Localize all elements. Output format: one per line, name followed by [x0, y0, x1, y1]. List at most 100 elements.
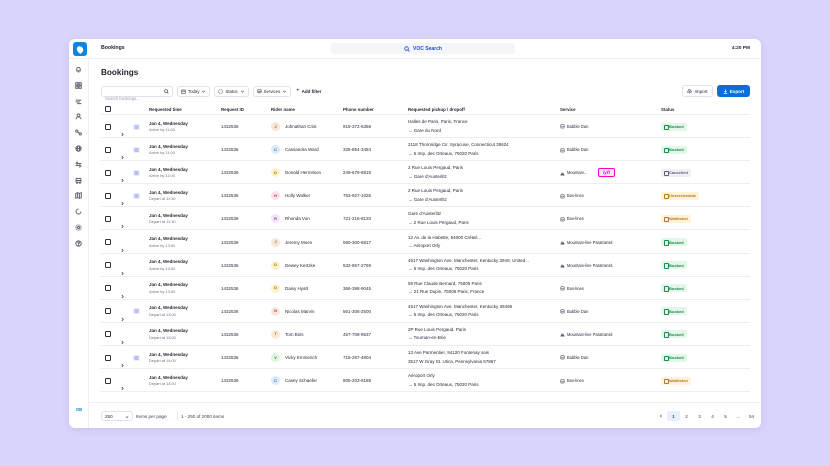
page-button[interactable]: 54	[745, 411, 758, 421]
page-button[interactable]: 1	[667, 411, 680, 421]
select-all-checkbox[interactable]	[105, 106, 111, 112]
table-row[interactable]: Jan 4, Wednesday Depart at 11:30 1432536 R R…	[101, 207, 750, 231]
phone-number: 249-679-8819	[343, 170, 372, 176]
car-icon[interactable]	[74, 176, 83, 185]
page-button[interactable]: 2	[680, 411, 693, 421]
rider-name[interactable]: Cassandra Ward	[285, 147, 319, 152]
globe-icon[interactable]	[74, 144, 83, 153]
table-row[interactable]: Jan 4, Wednesday Depart at 13:00 1432536 T T…	[101, 323, 750, 346]
grid-icon[interactable]	[74, 81, 83, 90]
expand-chevron-icon[interactable]	[120, 286, 125, 298]
services-filter[interactable]: Services	[252, 85, 292, 97]
rider-name[interactable]: Holly Walker	[285, 193, 310, 198]
add-filter-button[interactable]: + Add filter	[295, 88, 321, 94]
row-checkbox[interactable]	[105, 169, 111, 176]
voc-search-button[interactable]: VOC Search	[331, 43, 515, 54]
page-button[interactable]: 4	[706, 411, 719, 421]
row-checkbox[interactable]	[105, 146, 111, 153]
expand-chevron-icon[interactable]	[120, 193, 125, 206]
expand-chevron-icon[interactable]	[120, 216, 125, 229]
rider-name[interactable]: Casey Schaefer	[285, 378, 317, 383]
col-time[interactable]: Requested time	[149, 107, 182, 112]
col-rider[interactable]: Rider name	[271, 107, 295, 112]
settings-icon[interactable]	[74, 223, 83, 232]
table-row[interactable]: Jan 4, Wednesday Arrive by 11:00 1432536 J J…	[101, 115, 750, 139]
user-avatar[interactable]: OB	[73, 407, 85, 415]
status-filter[interactable]: Status	[214, 85, 249, 97]
bus-icon	[560, 309, 565, 314]
app-logo[interactable]	[73, 42, 87, 56]
rider-name[interactable]: Nicolas Marvin	[285, 309, 315, 314]
table-row[interactable]: Jan 4, Wednesday Depart at 11:30 1432536 H H…	[101, 184, 750, 208]
row-checkbox[interactable]	[105, 354, 111, 361]
row-checkbox[interactable]	[105, 308, 111, 315]
export-button[interactable]: Export	[717, 85, 750, 97]
search-bookings[interactable]	[101, 85, 173, 103]
expand-chevron-icon[interactable]	[120, 263, 125, 275]
row-checkbox[interactable]	[105, 377, 111, 384]
rider-name[interactable]: Tom Bins	[285, 332, 304, 337]
expand-chevron-icon[interactable]	[120, 309, 125, 322]
col-service[interactable]: Service	[560, 107, 576, 112]
row-checkbox[interactable]	[105, 215, 111, 222]
phone-number: 721-216-8120	[343, 216, 372, 222]
table-row[interactable]: Jan 4, Wednesday Depart at 14:00 1432536 C C…	[101, 369, 750, 393]
table-row[interactable]: Jan 4, Wednesday Arrive by 13:00 1432536 J J…	[101, 231, 750, 254]
table-row[interactable]: Jan 4, Wednesday Depart at 13:00 1432536 N N…	[101, 300, 750, 323]
rider-name[interactable]: Rhonda Von	[285, 216, 310, 221]
row-checkbox[interactable]	[105, 262, 111, 269]
row-checkbox[interactable]	[105, 331, 111, 338]
expand-chevron-icon[interactable]	[120, 378, 125, 391]
table-row[interactable]: Jan 4, Wednesday Arrive by 13:00 1432536 D D…	[101, 254, 750, 277]
circle-icon[interactable]	[74, 207, 83, 216]
expand-chevron-icon[interactable]	[120, 355, 125, 368]
expand-chevron-icon[interactable]	[120, 147, 125, 160]
expand-chevron-icon[interactable]	[120, 170, 125, 183]
requested-time: Jan 4, Wednesday Arrive by 13:00	[149, 282, 188, 294]
mountain-icon	[560, 240, 565, 245]
table-row[interactable]: Jan 4, Wednesday Arrive by 13:00 1432536 D D…	[101, 277, 750, 300]
map-icon[interactable]	[74, 191, 83, 200]
row-checkbox[interactable]	[105, 123, 111, 130]
pickup: Aéroport Orly	[408, 373, 435, 379]
expand-chevron-icon[interactable]	[120, 240, 125, 252]
bell-icon[interactable]	[74, 65, 83, 74]
table-row[interactable]: Jan 4, Wednesday Depart at 14:00 1432536 V V…	[101, 346, 750, 370]
rider-name[interactable]: Donald Hermitson	[285, 170, 321, 175]
prev-page-icon[interactable]	[654, 411, 667, 421]
date-filter[interactable]: Today	[177, 85, 211, 97]
help-icon[interactable]	[74, 239, 83, 248]
col-phone[interactable]: Phone number	[343, 107, 374, 112]
rider-name[interactable]: Vicky Emmerich	[285, 355, 317, 360]
col-status[interactable]: Status	[661, 107, 674, 112]
expand-chevron-icon[interactable]	[120, 124, 125, 137]
service: Bubble Dan	[560, 309, 588, 314]
next-page-icon[interactable]	[758, 411, 761, 421]
rider-name[interactable]: Daisy Hyatt	[285, 286, 308, 291]
share-icon[interactable]	[74, 128, 83, 137]
dropoff: 3517 W Gray St. Utica, Pennsylvania 5786…	[408, 358, 496, 364]
rider-name[interactable]: Johnathan Crist	[285, 124, 317, 129]
user-icon[interactable]	[74, 112, 83, 121]
page-button[interactable]: 5	[719, 411, 732, 421]
page-button[interactable]: 3	[693, 411, 706, 421]
rider-name[interactable]: Dewey Kertzke	[285, 263, 315, 268]
expand-chevron-icon[interactable]	[120, 332, 125, 345]
row-checkbox[interactable]	[105, 192, 111, 199]
swap-icon[interactable]	[74, 160, 83, 169]
search-input[interactable]	[102, 93, 162, 103]
per-page-select[interactable]: 250	[101, 411, 133, 421]
rider-name[interactable]: Jeremy Moen	[285, 240, 312, 245]
table-row[interactable]: Jan 4, Wednesday Arrive by 11:00 1432536 C C…	[101, 138, 750, 162]
import-button[interactable]: Import	[682, 85, 713, 97]
table-row[interactable]: Jan 4, Wednesday Arrive by 11:00 1432536 D D…	[101, 161, 750, 185]
row-checkbox[interactable]	[105, 239, 111, 246]
routes-icon[interactable]	[74, 97, 83, 106]
requested-date: Jan 4, Wednesday	[149, 374, 188, 380]
col-pickup[interactable]: Requested pickup / dropoff	[408, 107, 465, 112]
row-checkbox[interactable]	[105, 285, 111, 292]
pickup-dropoff: Gare d'Austerlitz → 2 Rue Louis Pergaud, …	[408, 210, 469, 227]
col-id[interactable]: Request ID	[221, 107, 244, 112]
import-label: Import	[694, 88, 708, 94]
table-row[interactable]: Aéroport Orly	[101, 392, 750, 396]
